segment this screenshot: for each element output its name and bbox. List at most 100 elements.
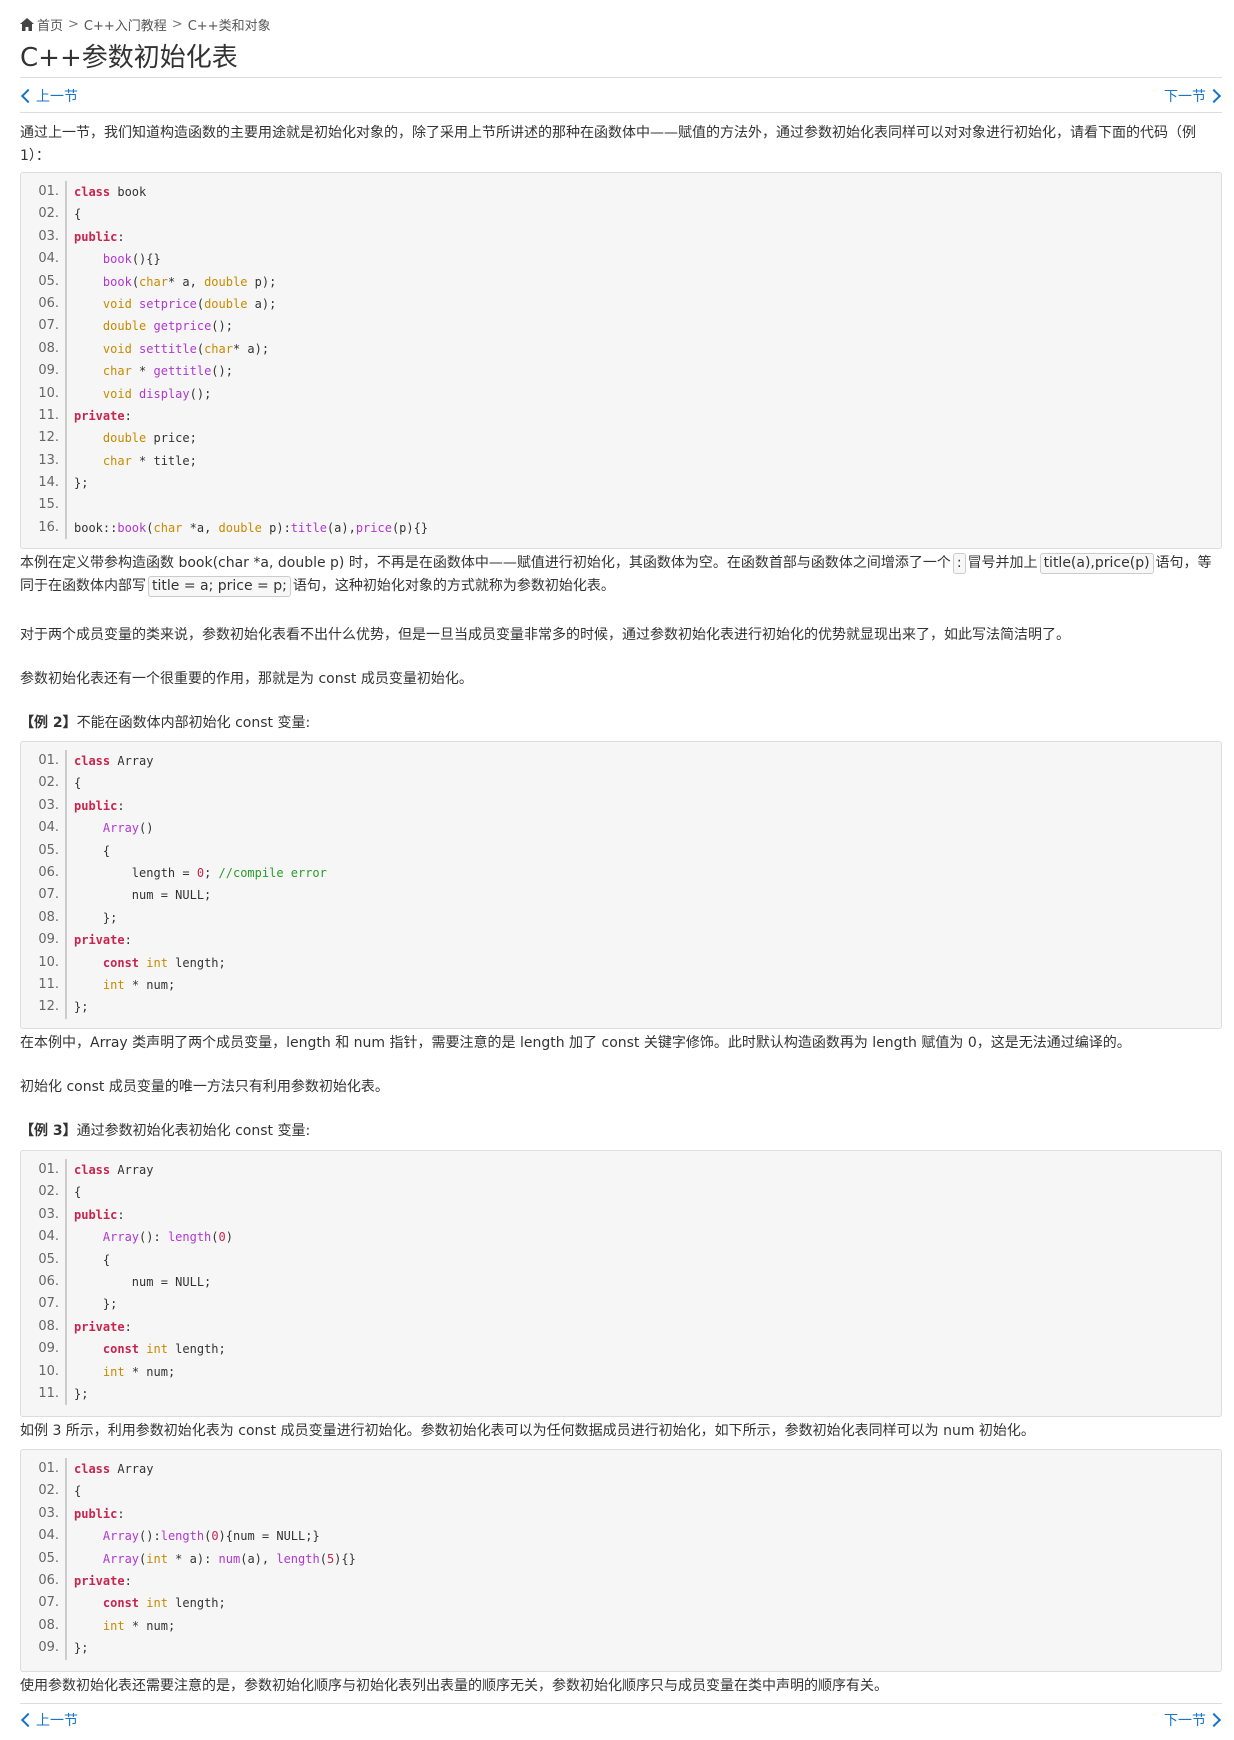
- breadcrumb-cpp-tutorial[interactable]: C++入门教程: [84, 15, 167, 34]
- code-block-example3: 01. class Array 02. { 03. public: 04. Array():…: [20, 1150, 1222, 1417]
- line-number: 12.: [38, 430, 59, 446]
- divider: [20, 1703, 1222, 1704]
- code-text: class book: [74, 185, 147, 199]
- line-number: 04.: [38, 1229, 59, 1245]
- explanation-paragraph: 本例在定义带参构造函数 book(char *a, double p) 时，不再…: [20, 552, 1222, 598]
- code-line: 03. public:: [21, 794, 1221, 818]
- divider: [20, 77, 1222, 78]
- prev-label: 上一节: [36, 1713, 78, 1729]
- line-number: 03.: [38, 228, 59, 244]
- line-number: 09.: [38, 932, 59, 948]
- line-number: 11.: [38, 1385, 59, 1401]
- advantage-paragraph: 对于两个成员变量的类来说，参数初始化表看不出什么优势，但是一旦当成员变量非常多的…: [20, 627, 1070, 643]
- code-text: private:: [74, 1319, 132, 1334]
- line-number: 10.: [38, 1363, 59, 1379]
- code-text: class Array: [74, 1462, 154, 1476]
- line-number: 05.: [38, 1550, 59, 1566]
- page-title: C++参数初始化表: [20, 43, 238, 73]
- code-text: {: [74, 207, 82, 222]
- code-line: 05. Array(int * a): num(a), length(5){}: [21, 1547, 1221, 1570]
- line-number: 06.: [38, 864, 59, 880]
- example3-explanation: 如例 3 所示，利用参数初始化表为 const 成员变量进行初始化。参数初始化表…: [20, 1423, 1035, 1439]
- line-number: 08.: [38, 340, 59, 356]
- code-line: 09. const int length;: [21, 1338, 1221, 1361]
- code-line: 02. {: [21, 203, 1221, 226]
- prev-section-link[interactable]: 上一节: [20, 86, 78, 106]
- code-line: 01. class book: [21, 181, 1221, 204]
- order-note-paragraph: 使用参数初始化表还需要注意的是，参数初始化顺序与初始化表列出表量的顺序无关，参数…: [20, 1678, 888, 1694]
- code-line: 07. double getprice();: [21, 315, 1221, 338]
- code-line: 05. {: [21, 839, 1221, 862]
- bottom-pagination: 上一节 下一节: [20, 1708, 1222, 1730]
- line-number: 04.: [38, 820, 59, 836]
- code-text: book::book(char *a, double p):title(a),p…: [74, 520, 429, 535]
- prev-section-link[interactable]: 上一节: [20, 1710, 78, 1730]
- code-text: public:: [74, 229, 125, 244]
- breadcrumb-separator: >: [171, 17, 183, 32]
- line-number: 08.: [38, 909, 59, 925]
- code-text: int * num;: [102, 1364, 176, 1379]
- code-text: private:: [74, 933, 132, 948]
- example2-heading: 【例 2】不能在函数体内部初始化 const 变量:: [20, 712, 1222, 735]
- code-text: Array():length(0){num = NULL;}: [102, 1529, 320, 1544]
- breadcrumb-separator: >: [68, 17, 79, 32]
- line-number: 07.: [38, 1595, 59, 1611]
- next-section-link[interactable]: 下一节: [1164, 86, 1222, 106]
- code-line: 04. Array(): length(0): [21, 1226, 1221, 1249]
- code-line: 02. {: [21, 772, 1221, 795]
- breadcrumb-classes-objects[interactable]: C++类和对象: [188, 15, 271, 34]
- code-text: {: [74, 1484, 82, 1499]
- code-line: 05. {: [21, 1248, 1221, 1271]
- code-text: double price;: [102, 431, 197, 446]
- code-line: 05. book(char* a, double p);: [21, 270, 1221, 293]
- code-text: Array(): [102, 821, 154, 836]
- code-text: public:: [74, 798, 125, 813]
- code-text: {: [74, 1252, 111, 1267]
- const-note-paragraph: 参数初始化表还有一个很重要的作用，那就是为 const 成员变量初始化。: [20, 671, 473, 687]
- line-number: 03.: [38, 1505, 59, 1521]
- code-line: 08. void settitle(char* a);: [21, 337, 1221, 361]
- code-line: 06. num = NULL;: [21, 1270, 1221, 1294]
- next-section-link[interactable]: 下一节: [1164, 1710, 1222, 1730]
- code-text: };: [74, 1641, 89, 1656]
- home-icon: [20, 18, 34, 31]
- code-line: 01. class Array: [21, 1458, 1221, 1481]
- breadcrumb-home[interactable]: 首页: [37, 15, 63, 34]
- code-line: 06. length = 0; //compile error: [21, 861, 1221, 885]
- code-text: const int length;: [102, 955, 226, 970]
- code-line: 07. num = NULL;: [21, 884, 1221, 907]
- code-line: 04. book(){}: [21, 248, 1221, 271]
- line-number: 11.: [38, 407, 59, 423]
- line-number: 13.: [38, 452, 59, 468]
- code-text: };: [74, 1000, 89, 1015]
- code-line: 07. };: [21, 1293, 1221, 1316]
- inline-code-assign: title = a; price = p;: [148, 576, 291, 597]
- code-text: num = NULL;: [74, 1274, 212, 1289]
- code-line: 02. {: [21, 1181, 1221, 1204]
- code-line: 10. void display();: [21, 382, 1221, 405]
- code-line: 16. book::book(char *a, double p):title(a…: [21, 516, 1221, 540]
- example-label: 【例 2】: [20, 715, 77, 731]
- code-line: 02. {: [21, 1480, 1221, 1503]
- code-text: char * title;: [102, 453, 197, 468]
- line-number: 09.: [38, 363, 59, 379]
- code-line: 10. int * num;: [21, 1360, 1221, 1383]
- code-text: private:: [74, 408, 132, 423]
- line-number: 16.: [38, 519, 59, 535]
- code-text: public:: [74, 1207, 125, 1222]
- code-line: 13. char * title;: [21, 449, 1221, 473]
- line-number: 03.: [38, 797, 59, 813]
- line-number: 08.: [38, 1617, 59, 1633]
- line-number: 07.: [38, 318, 59, 334]
- line-number: 09.: [38, 1640, 59, 1656]
- code-text: {: [74, 843, 111, 858]
- line-number: 02.: [38, 775, 59, 791]
- line-number: 05.: [38, 273, 59, 289]
- code-text: const int length;: [102, 1342, 226, 1357]
- code-line: 03. public:: [21, 1502, 1221, 1526]
- code-line: 03. public:: [21, 1203, 1221, 1227]
- line-number: 03.: [38, 1206, 59, 1222]
- code-line: 01. class Array: [21, 1159, 1221, 1182]
- code-text: private:: [74, 1573, 132, 1588]
- code-text: num = NULL;: [74, 888, 212, 903]
